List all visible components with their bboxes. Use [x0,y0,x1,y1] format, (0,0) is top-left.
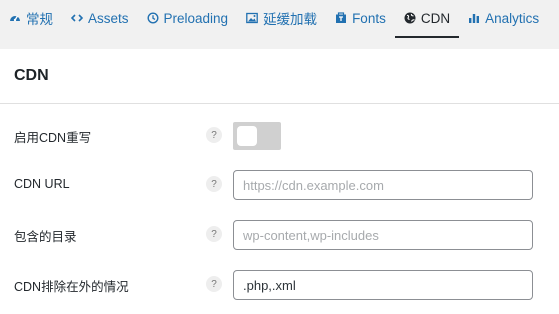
tab-lazy-load[interactable]: 延缓加载 [237,0,326,36]
tab-cdn[interactable]: CDN [394,0,460,38]
code-icon [71,12,83,24]
help-icon[interactable]: ? [206,176,222,192]
tab-label: 延缓加载 [263,12,318,27]
tab-general[interactable]: 常规 [0,0,62,36]
toggle-knob [237,126,257,146]
image-icon [246,12,258,24]
tab-label: Preloading [163,10,229,26]
tab-analytics[interactable]: Analytics [459,0,548,36]
included-directories-label: 包含的目录 [14,230,77,244]
help-icon[interactable]: ? [206,226,222,242]
tab-preloading[interactable]: Preloading [138,0,238,36]
dashboard-icon [9,12,21,24]
tab-label: Fonts [352,10,386,26]
fonts-icon [335,12,347,24]
chart-icon [468,12,480,24]
enable-cdn-rewrite-toggle[interactable] [233,122,281,150]
tab-label: 常规 [26,12,53,27]
tab-fonts[interactable]: Fonts [326,0,395,36]
settings-tabs: 常规 Assets Preloading 延缓加载 Fonts CDN Anal… [0,0,559,38]
enable-cdn-rewrite-label: 启用CDN重写 [14,131,92,145]
cdn-url-label: CDN URL [14,177,70,191]
help-icon[interactable]: ? [206,276,222,292]
cdn-exclusions-input[interactable] [233,270,533,300]
tab-label: CDN [420,10,451,26]
help-icon[interactable]: ? [206,127,222,143]
tab-label: Analytics [485,10,540,26]
clock-icon [147,12,159,24]
cdn-exclusions-label: CDN排除在外的情况 [14,280,129,294]
divider [0,103,559,104]
tab-assets[interactable]: Assets [62,0,138,36]
cdn-settings-panel: CDN 启用CDN重写 ? CDN URL ? 包含的目录 ? CDN排除在外的… [0,49,559,314]
globe-icon [404,12,416,24]
cdn-url-input[interactable] [233,170,533,200]
panel-title: CDN [14,67,49,84]
included-directories-input[interactable] [233,220,533,250]
tab-label: Assets [88,10,129,26]
